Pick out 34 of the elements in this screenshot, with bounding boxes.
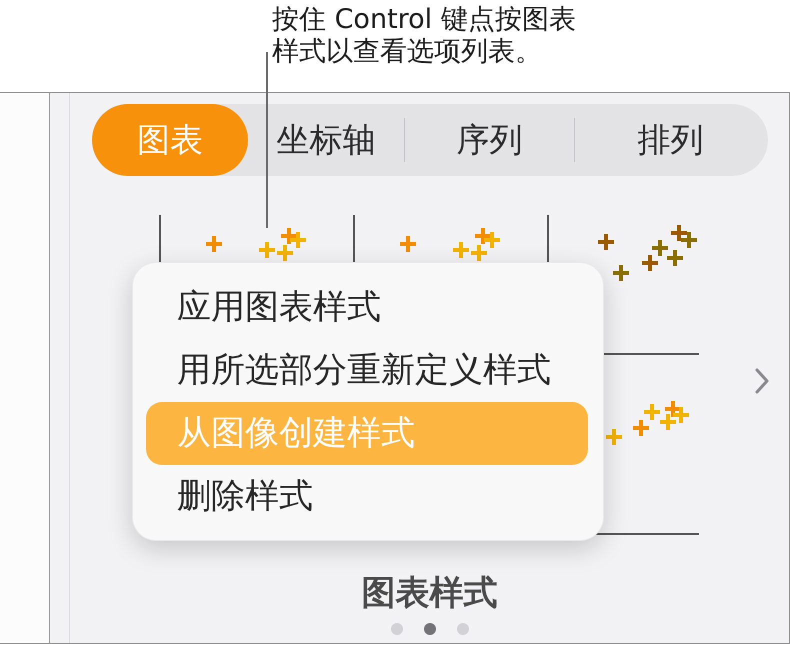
plus-marker: [660, 414, 676, 430]
menu-item[interactable]: 应用图表样式: [146, 276, 588, 339]
plus-marker: [652, 240, 668, 256]
plus-marker: [613, 265, 629, 281]
plus-marker: [206, 236, 222, 252]
plus-marker: [644, 404, 660, 420]
plus-marker: [681, 232, 697, 248]
plus-marker: [400, 236, 416, 252]
chevron-right-icon[interactable]: [755, 368, 769, 394]
plus-marker: [598, 234, 614, 250]
plus-marker: [484, 232, 500, 248]
plus-marker: [471, 245, 487, 261]
plus-marker: [290, 232, 306, 248]
plus-marker: [475, 228, 491, 244]
plus-marker: [673, 407, 689, 423]
plus-marker: [667, 250, 683, 266]
callout-text: 按住 Control 键点按图表样式以查看选项列表。: [272, 4, 577, 68]
tab[interactable]: 坐标轴: [248, 104, 404, 176]
plus-marker: [642, 255, 658, 271]
plus-marker: [633, 420, 649, 436]
page-dot[interactable]: [456, 623, 468, 635]
tab[interactable]: 排列: [575, 104, 766, 176]
menu-item[interactable]: 删除样式: [146, 465, 588, 528]
section-title: 图表样式: [360, 574, 498, 612]
plus-marker: [277, 245, 293, 261]
menu-item[interactable]: 用所选部分重新定义样式: [146, 339, 588, 402]
plus-marker: [671, 225, 687, 241]
plus-marker: [259, 242, 275, 258]
plus-marker: [281, 228, 297, 244]
page-dot[interactable]: [390, 623, 402, 635]
page-dot[interactable]: [424, 623, 436, 635]
plus-marker: [606, 429, 622, 445]
plus-marker: [453, 242, 469, 258]
tab[interactable]: 序列: [405, 104, 574, 176]
